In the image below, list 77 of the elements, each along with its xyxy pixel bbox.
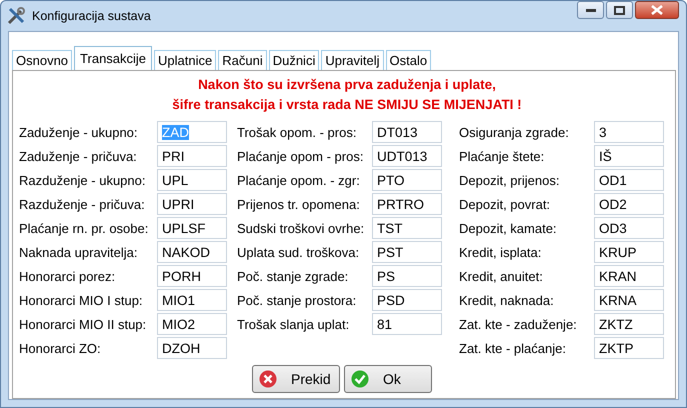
- field-label: Kredit, anuitet:: [459, 268, 544, 284]
- maximize-button[interactable]: [606, 1, 633, 19]
- input-field[interactable]: UPRI: [157, 193, 227, 215]
- field-label: Poč. stanje prostora:: [237, 292, 358, 308]
- field-label: Plaćanje opom - pros:: [237, 148, 364, 164]
- input-field[interactable]: MIO2: [157, 313, 227, 335]
- input-field[interactable]: IŠ: [594, 145, 664, 167]
- tab[interactable]: Dužnici: [268, 50, 320, 70]
- input-field[interactable]: OD3: [594, 217, 664, 239]
- field-label: Kredit, naknada:: [459, 292, 555, 308]
- field-label: Depozit, povrat:: [459, 196, 552, 212]
- input-field[interactable]: UDT013: [372, 145, 442, 167]
- minimize-button[interactable]: [577, 1, 604, 19]
- tab[interactable]: Računi: [218, 50, 267, 70]
- input-field[interactable]: PRTRO: [372, 193, 442, 215]
- input-field[interactable]: PORH: [157, 265, 227, 287]
- field-label: Honorarci MIO I stup:: [19, 292, 144, 308]
- input-field[interactable]: 81: [372, 313, 442, 335]
- field-label: Naknada upravitelja:: [19, 244, 139, 260]
- input-field[interactable]: KRNA: [594, 289, 664, 311]
- close-icon: [651, 5, 663, 15]
- maximize-icon: [614, 6, 625, 14]
- input-field[interactable]: PRI: [157, 145, 227, 167]
- window-title: Konfiguracija sustava: [32, 9, 152, 23]
- tab[interactable]: Ostalo: [386, 50, 432, 70]
- input-field[interactable]: NAKOD: [157, 241, 227, 263]
- input-field[interactable]: PS: [372, 265, 442, 287]
- field-label: Poč. stanje zgrade:: [237, 268, 350, 284]
- field-label: Plaćanje opom. - zgr:: [237, 172, 361, 188]
- checkmark-icon: [351, 370, 369, 388]
- field-label: Prijenos tr. opomena:: [237, 196, 361, 212]
- input-field[interactable]: DT013: [372, 121, 442, 143]
- field-label: Razduženje - pričuva:: [19, 196, 146, 212]
- input-field[interactable]: KRAN: [594, 265, 664, 287]
- field-label: Plaćanje štete:: [459, 148, 546, 164]
- field-label: Uplata sud. troškova:: [237, 244, 360, 260]
- minimize-icon: [586, 8, 596, 12]
- field-label: Razduženje - ukupno:: [19, 172, 146, 188]
- tab[interactable]: Osnovno: [12, 50, 72, 70]
- field-label: Depozit, kamate:: [459, 220, 558, 236]
- input-field[interactable]: 3: [594, 121, 664, 143]
- field-label: Trošak slanja uplat:: [237, 316, 350, 332]
- field-label: Depozit, prijenos:: [459, 172, 560, 188]
- cancel-icon: [259, 370, 277, 388]
- tab[interactable]: Transakcije: [74, 46, 152, 70]
- field-label: Honorarci porez:: [19, 268, 116, 284]
- field-label: Honorarci ZO:: [19, 340, 102, 356]
- input-field[interactable]: DZOH: [157, 337, 227, 359]
- field-label: Zat. kte - plaćanje:: [459, 340, 567, 356]
- field-label: Zaduženje - ukupno:: [19, 124, 139, 140]
- tools-icon: [6, 6, 26, 26]
- input-field[interactable]: OD1: [594, 169, 664, 191]
- tab[interactable]: Upravitelj: [321, 50, 384, 70]
- input-field[interactable]: ZKTP: [594, 337, 664, 359]
- cancel-button[interactable]: Prekid: [252, 365, 340, 393]
- ok-button[interactable]: Ok: [344, 365, 432, 393]
- field-label: Plaćanje rn. pr. osobe:: [19, 220, 150, 236]
- input-field[interactable]: UPLSF: [157, 217, 227, 239]
- input-field[interactable]: TST: [372, 217, 442, 239]
- field-label: Honorarci MIO II stup:: [19, 316, 148, 332]
- input-field[interactable]: MIO1: [157, 289, 227, 311]
- field-label: Trošak opom. - pros:: [237, 124, 358, 140]
- input-field[interactable]: UPL: [157, 169, 227, 191]
- input-field[interactable]: KRUP: [594, 241, 664, 263]
- input-field[interactable]: PTO: [372, 169, 442, 191]
- field-label: Zat. kte - zaduženje:: [459, 316, 578, 332]
- field-label: Kredit, isplata:: [459, 244, 542, 260]
- warning-text: Nakon što su izvršena prva zaduženja i uplate, šifre transakcija i vrsta rada NE SMIJU SE MIJENJATI !: [172, 76, 522, 114]
- close-button[interactable]: [635, 1, 679, 19]
- field-label: Osiguranja zgrade:: [459, 124, 570, 140]
- input-field[interactable]: OD2: [594, 193, 664, 215]
- field-label: Zaduženje - pričuva:: [19, 148, 138, 164]
- field-label: Sudski troškovi ovrhe:: [237, 220, 366, 236]
- tab[interactable]: Uplatnice: [154, 50, 216, 70]
- input-field[interactable]: PST: [372, 241, 442, 263]
- input-field[interactable]: PSD: [372, 289, 442, 311]
- input-field[interactable]: ZKTZ: [594, 313, 664, 335]
